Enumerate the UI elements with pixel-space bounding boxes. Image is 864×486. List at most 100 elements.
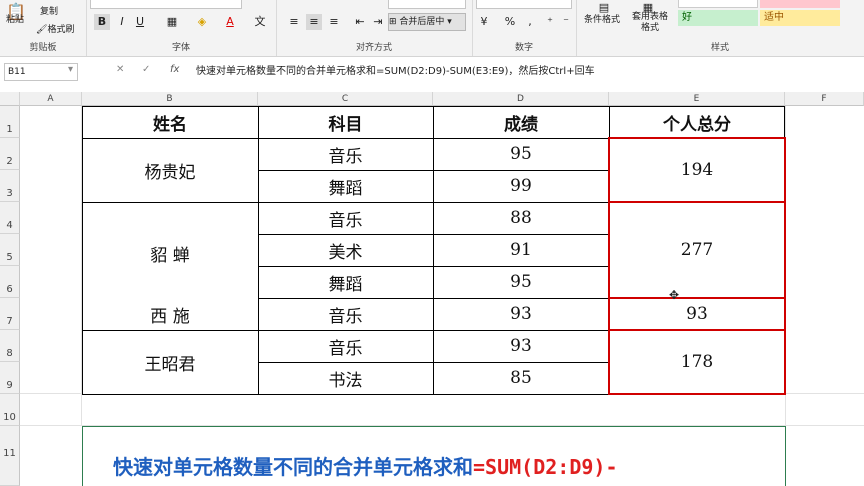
clipboard-group-label: 剪贴板 bbox=[29, 43, 57, 53]
select-all-corner[interactable] bbox=[0, 92, 20, 106]
currency-icon[interactable]: ¥ bbox=[476, 14, 492, 30]
instruction-text: 快速对单元格数量不同的合并单元格求和=SUM(D2:D9)- bbox=[113, 451, 618, 480]
subject-cell[interactable]: 书法 bbox=[258, 362, 433, 394]
name-box[interactable]: B11 bbox=[4, 63, 78, 81]
row-header-11[interactable]: 11 bbox=[0, 426, 20, 486]
confirm-icon[interactable]: ✓ bbox=[142, 64, 150, 75]
subject-cell[interactable]: 音乐 bbox=[258, 298, 433, 330]
subject-cell[interactable]: 舞蹈 bbox=[258, 266, 433, 298]
font-group-label: 字体 bbox=[171, 43, 190, 53]
row-header-6[interactable]: 6 bbox=[0, 266, 20, 298]
alignment-group-label: 对齐方式 bbox=[355, 43, 392, 53]
table-border bbox=[82, 106, 83, 395]
score-cell[interactable]: 88 bbox=[433, 202, 609, 234]
align-right-icon[interactable]: ≡ bbox=[326, 14, 342, 30]
header-subject[interactable]: 科目 bbox=[258, 106, 433, 138]
col-header-f[interactable]: F bbox=[785, 92, 864, 106]
row-header-9[interactable]: 9 bbox=[0, 362, 20, 394]
name-cell[interactable]: 王昭君 bbox=[82, 330, 258, 394]
style-good[interactable]: 好 bbox=[678, 10, 758, 26]
underline-button[interactable]: U bbox=[132, 14, 148, 30]
indent-icon[interactable]: ⇤ bbox=[352, 14, 368, 30]
table-border bbox=[258, 106, 259, 395]
copy-button[interactable]: 复制 bbox=[40, 4, 58, 17]
name-cell[interactable]: 貂 蝉 bbox=[82, 202, 258, 298]
formula-input[interactable]: 快速对单元格数量不同的合并单元格求和=SUM(D2:D9)-SUM(E3:E9)… bbox=[196, 63, 860, 81]
row-header-7[interactable]: 7 bbox=[0, 298, 20, 330]
score-cell[interactable]: 93 bbox=[433, 330, 609, 362]
name-cell[interactable]: 西 施 bbox=[82, 298, 258, 330]
row-header-4[interactable]: 4 bbox=[0, 202, 20, 234]
col-header-d[interactable]: D bbox=[433, 92, 609, 106]
sheet-gap bbox=[0, 84, 864, 92]
style-neutral[interactable]: 适中 bbox=[760, 10, 840, 26]
col-header-b[interactable]: B bbox=[82, 92, 258, 106]
font-group: B I U ▦ ◈ A 文 字体 bbox=[86, 0, 277, 56]
row-header-5[interactable]: 5 bbox=[0, 234, 20, 266]
number-format-select[interactable] bbox=[476, 0, 572, 9]
wrap-text-button[interactable] bbox=[388, 0, 466, 9]
cancel-icon[interactable]: ✕ bbox=[116, 64, 124, 75]
merge-icon: ⊞ bbox=[389, 17, 397, 27]
row-header-10[interactable]: 10 bbox=[0, 394, 20, 426]
font-color-button[interactable]: A bbox=[222, 14, 238, 30]
bold-button[interactable]: B bbox=[94, 14, 110, 30]
align-center-icon[interactable]: ≡ bbox=[306, 14, 322, 30]
format-painter-button[interactable]: 🖌格式刷 bbox=[36, 22, 74, 35]
outdent-icon[interactable]: ⇥ bbox=[370, 14, 386, 30]
chevron-down-icon[interactable]: ▾ bbox=[68, 64, 73, 75]
subject-cell[interactable]: 音乐 bbox=[258, 330, 433, 362]
fill-color-icon[interactable]: ◈ bbox=[194, 14, 210, 30]
name-cell[interactable]: 杨贵妃 bbox=[82, 138, 258, 202]
insert-function-icon[interactable]: fx bbox=[170, 64, 179, 75]
header-name[interactable]: 姓名 bbox=[82, 106, 258, 138]
col-header-c[interactable]: C bbox=[258, 92, 433, 106]
ribbon: 📋 粘贴 复制 🖌格式刷 剪贴板 B I U ▦ ◈ A 文 字体 ≡ ≡ ≡ … bbox=[0, 0, 864, 57]
number-group: ¥ % , ⁺ ⁻ 数字 bbox=[472, 0, 577, 56]
increase-decimal-icon[interactable]: ⁺ bbox=[542, 14, 558, 30]
score-cell[interactable]: 95 bbox=[433, 138, 609, 170]
instruction-box[interactable]: 快速对单元格数量不同的合并单元格求和=SUM(D2:D9)- bbox=[82, 426, 786, 486]
styles-group-label: 样式 bbox=[710, 43, 729, 53]
subject-cell[interactable]: 舞蹈 bbox=[258, 170, 433, 202]
score-cell[interactable]: 93 bbox=[433, 298, 609, 330]
row-header-1[interactable]: 1 bbox=[0, 106, 20, 138]
brush-icon: 🖌 bbox=[36, 25, 48, 35]
percent-button[interactable]: % bbox=[502, 14, 518, 30]
style-bad[interactable] bbox=[760, 0, 840, 8]
merge-center-button[interactable]: ⊞ 合并后居中 ▾ bbox=[388, 13, 466, 31]
selection-outline bbox=[608, 297, 786, 331]
font-name-select[interactable] bbox=[90, 0, 242, 9]
instruction-description: 快速对单元格数量不同的合并单元格求和 bbox=[113, 455, 473, 479]
phonetic-icon[interactable]: 文 bbox=[252, 14, 268, 30]
row-header-8[interactable]: 8 bbox=[0, 330, 20, 362]
score-cell[interactable]: 85 bbox=[433, 362, 609, 394]
alignment-group: ≡ ≡ ≡ ⇤ ⇥ ⊞ 合并后居中 ▾ 对齐方式 bbox=[276, 0, 473, 56]
italic-button[interactable]: I bbox=[114, 14, 130, 30]
style-normal[interactable] bbox=[678, 0, 758, 8]
table-format-button[interactable]: 套用表格格式 bbox=[628, 12, 672, 34]
score-cell[interactable]: 91 bbox=[433, 234, 609, 266]
header-total[interactable]: 个人总分 bbox=[609, 106, 785, 138]
row-header-2[interactable]: 2 bbox=[0, 138, 20, 170]
comma-button[interactable]: , bbox=[522, 14, 538, 30]
row-header-3[interactable]: 3 bbox=[0, 170, 20, 202]
score-cell[interactable]: 95 bbox=[433, 266, 609, 298]
number-group-label: 数字 bbox=[514, 43, 533, 53]
subject-cell[interactable]: 音乐 bbox=[258, 138, 433, 170]
score-cell[interactable]: 99 bbox=[433, 170, 609, 202]
col-header-e[interactable]: E bbox=[609, 92, 785, 106]
selection-outline bbox=[608, 329, 786, 395]
conditional-format-button[interactable]: 条件格式 bbox=[584, 12, 620, 25]
table-border bbox=[433, 106, 434, 395]
col-header-a[interactable]: A bbox=[20, 92, 82, 106]
styles-group: ▤ 条件格式 ▦ 套用表格格式 好 适中 样式 bbox=[576, 0, 864, 56]
subject-cell[interactable]: 音乐 bbox=[258, 202, 433, 234]
subject-cell[interactable]: 美术 bbox=[258, 234, 433, 266]
decrease-decimal-icon[interactable]: ⁻ bbox=[558, 14, 574, 30]
paste-button[interactable]: 粘贴 bbox=[6, 12, 24, 25]
align-left-icon[interactable]: ≡ bbox=[286, 14, 302, 30]
selection-outline bbox=[608, 201, 786, 299]
border-icon[interactable]: ▦ bbox=[164, 14, 180, 30]
header-score[interactable]: 成绩 bbox=[433, 106, 609, 138]
